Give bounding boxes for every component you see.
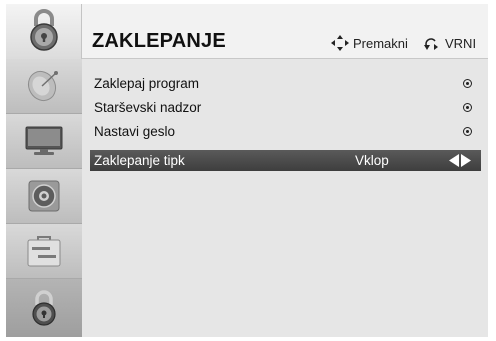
left-right-arrows-icon[interactable] — [449, 154, 471, 167]
back-hint-label: VRNI — [445, 35, 477, 51]
sidebar-item-satellite[interactable] — [6, 59, 82, 114]
menu-item-key-lock[interactable]: Zaklepanje tipk Vklop — [90, 150, 481, 171]
sidebar-item-setup[interactable] — [6, 224, 82, 279]
menu-item-label: Zaklepanje tipk — [94, 153, 185, 168]
menu-item-label: Zaklepaj program — [94, 76, 200, 91]
speaker-icon — [28, 180, 60, 212]
page-title: ZAKLEPANJE — [92, 30, 226, 52]
move-hint-label: Premakni — [353, 35, 408, 51]
sidebar — [6, 59, 82, 337]
menu-item-lock-program[interactable]: Zaklepaj program — [90, 73, 481, 94]
padlock-icon — [32, 290, 56, 326]
menu-item-label: Nastavi geslo — [94, 124, 176, 139]
four-way-arrows-icon — [331, 35, 349, 51]
sidebar-item-picture[interactable] — [6, 114, 82, 169]
toolbox-icon — [27, 236, 61, 267]
menu-category-icon-tile — [6, 4, 82, 59]
move-hint: Premakni — [331, 35, 408, 51]
header-bar: ZAKLEPANJE Premakni VRNI — [82, 4, 488, 59]
radio-dot-icon — [463, 79, 472, 88]
satellite-dish-icon — [27, 70, 58, 102]
menu-panel: Zaklepaj program Starševski nadzor Nasta… — [82, 59, 488, 337]
menu-item-set-password[interactable]: Nastavi geslo — [90, 121, 481, 142]
sidebar-item-lock[interactable] — [6, 279, 82, 337]
back-hint[interactable]: VRNI — [423, 35, 476, 51]
sidebar-item-audio[interactable] — [6, 169, 82, 224]
menu-item-label: Starševski nadzor — [94, 100, 202, 115]
return-icon — [424, 38, 438, 50]
menu-item-parental-control[interactable]: Starševski nadzor — [90, 97, 481, 118]
radio-dot-icon — [463, 127, 472, 136]
radio-dot-icon — [463, 103, 472, 112]
tv-screen-icon — [25, 126, 63, 155]
padlock-icon — [30, 9, 58, 51]
key-lock-value: Vklop — [355, 153, 389, 168]
